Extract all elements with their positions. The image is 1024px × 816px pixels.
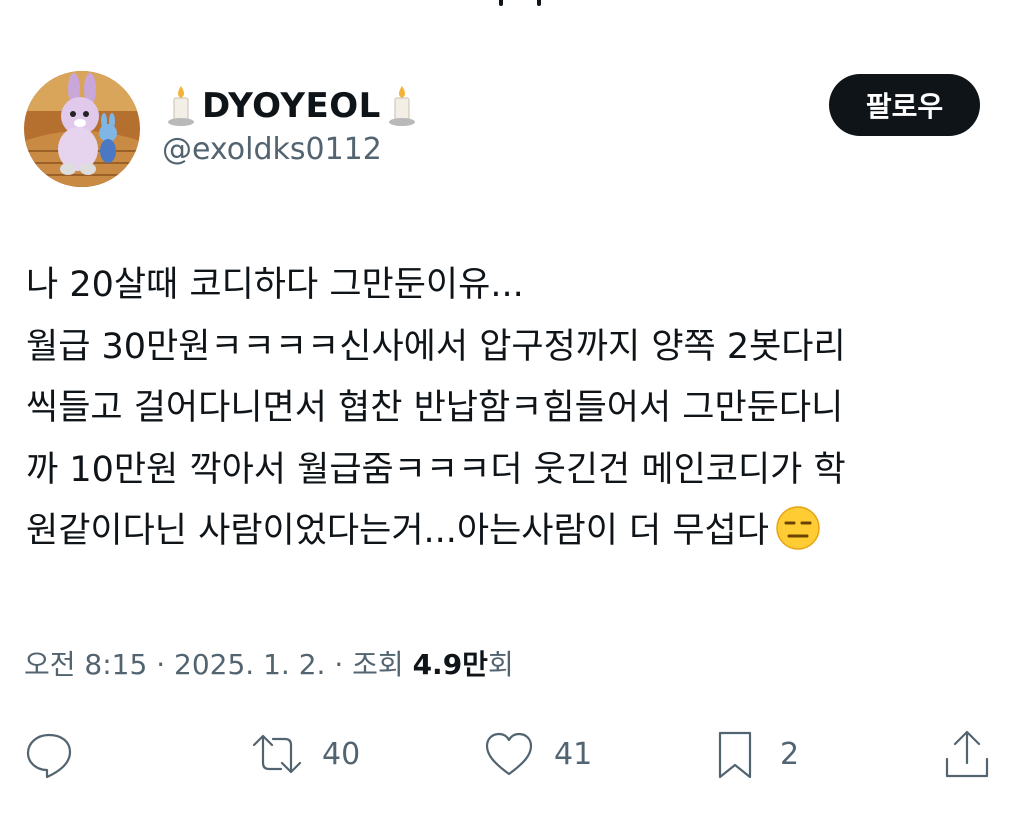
tweet-line-last: 원같이다닌 사람이었다는거...아는사람이 더 무섭다 — [26, 501, 1001, 563]
tweet-line: 월급 30만원ㅋㅋㅋㅋ신사에서 압구정까지 양쪽 2봇다리 — [26, 326, 846, 367]
bookmark-icon — [718, 731, 752, 779]
tweet-line: 씩들고 걸어다니면서 협찬 반납함ㅋ힘들어서 그만둔다니 — [26, 388, 844, 428]
expressionless-face-emoji-icon — [776, 506, 820, 550]
retweet-count: 40 — [322, 736, 361, 772]
display-name[interactable]: DYOYEOL — [166, 82, 417, 130]
reply-icon — [26, 733, 72, 779]
views-label: 조회 — [352, 648, 404, 681]
tweet-line: 까 10만원 깍아서 월급줌ㅋㅋㅋ더 웃긴건 메인코디가 학 — [26, 449, 846, 490]
follow-button[interactable]: 팔로우 — [829, 74, 980, 136]
tweet-time[interactable]: 오전 8:15 — [24, 648, 147, 681]
top-edge-fragment — [497, 0, 547, 8]
bookmark-button[interactable]: 2 — [708, 722, 799, 786]
candle-icon — [168, 86, 194, 126]
views-count: 4.9만 — [412, 648, 488, 681]
tweet-date[interactable]: 2025. 1. 2. — [174, 648, 325, 681]
tweet-meta: 오전 8:15 · 2025. 1. 2. · 조회 4.9만회 — [24, 643, 514, 683]
meta-separator: · — [156, 648, 166, 681]
display-name-text: DYOYEOL — [202, 86, 381, 126]
views-suffix: 회 — [487, 648, 514, 681]
reply-button[interactable] — [22, 722, 76, 786]
like-count: 41 — [554, 736, 593, 772]
retweet-button[interactable]: 40 — [250, 722, 360, 786]
tweet-line: 나 20살때 코디하다 그만둔이유... — [26, 265, 524, 305]
tweet-text: 나 20살때 코디하다 그만둔이유... 월급 30만원ㅋㅋㅋㅋ신사에서 압구정… — [26, 255, 1001, 563]
meta-separator: · — [334, 648, 344, 681]
user-handle[interactable]: @exoldks0112 — [162, 132, 382, 167]
bookmark-count: 2 — [780, 736, 800, 772]
avatar[interactable] — [24, 71, 140, 187]
tweet-line: 원같이다닌 사람이었다는거...아는사람이 더 무섭다 — [26, 511, 769, 551]
action-bar: 40 41 2 — [0, 722, 1024, 786]
retweet-icon — [252, 734, 302, 774]
avatar-image — [24, 71, 140, 187]
share-icon — [945, 730, 989, 778]
candle-icon — [388, 86, 415, 126]
share-button[interactable] — [940, 722, 994, 786]
heart-icon — [485, 732, 533, 776]
like-button[interactable]: 41 — [482, 722, 592, 786]
